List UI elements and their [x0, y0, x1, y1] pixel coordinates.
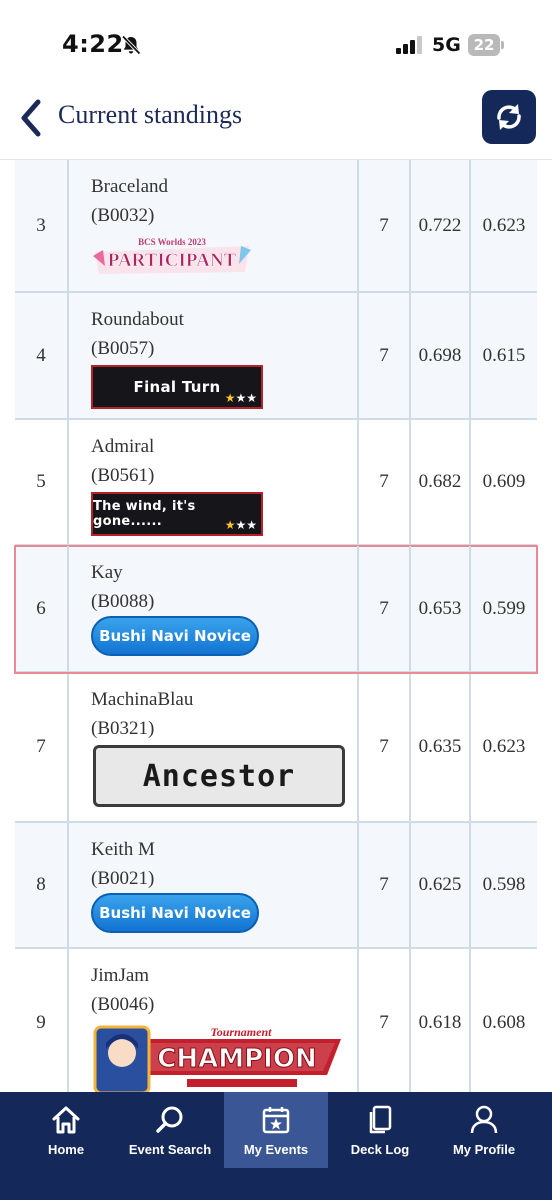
participant-badge-top: BCS Worlds 2023 [138, 237, 206, 247]
page-title: Current standings [58, 100, 243, 129]
player-name: Keith M [91, 839, 155, 860]
oomw-cell: 0.623 [469, 160, 537, 291]
ancestor-badge: Ancestor [93, 745, 345, 807]
rank-cell: 3 [36, 214, 46, 236]
nav-deck-log-label: Deck Log [350, 1142, 410, 1157]
battery-level: 22 [473, 36, 495, 54]
player-cell: Admiral (B0561) The wind, it's gone.....… [67, 420, 357, 544]
rank-cell: 7 [36, 736, 46, 757]
champion-badge: Tournament CHAMPION [91, 1017, 343, 1092]
table-row-current-user: 6 Kay (B0088) Bushi Navi Novice 7 0.653 … [14, 545, 538, 674]
rank-cell: 9 [36, 1012, 46, 1033]
user-icon [470, 1105, 498, 1134]
back-button[interactable] [16, 98, 46, 138]
wins-cell: 7 [357, 673, 409, 821]
player-id: (B0032) [91, 205, 155, 226]
signal-icon [396, 36, 422, 54]
nav-event-search-label: Event Search [128, 1142, 212, 1157]
oomw-cell: 0.615 [469, 293, 537, 418]
chevron-left-icon [21, 99, 41, 137]
status-time: 4:22 [62, 30, 124, 58]
table-row: 3 Braceland (B0032) BCS Worlds 2023 PART… [15, 160, 537, 293]
novice-badge: Bushi Navi Novice [91, 893, 259, 933]
omw-cell: 0.682 [409, 420, 469, 544]
oomw-cell: 0.623 [469, 673, 537, 821]
nav-my-profile-label: My Profile [452, 1142, 516, 1157]
wind-gone-badge: The wind, it's gone...... ★★★ [91, 492, 263, 536]
final-turn-badge: Final Turn ★★★ [91, 365, 263, 409]
player-cell: JimJam (B0046) Tournament CHAMPION [67, 949, 357, 1092]
table-row: 9 JimJam (B0046) Tournament CHAMPION 7 0… [15, 949, 537, 1092]
player-cell: Roundabout (B0057) Final Turn ★★★ [67, 293, 357, 418]
bell-off-icon [121, 35, 141, 55]
player-id: (B0021) [91, 868, 155, 889]
wins-cell: 7 [357, 293, 409, 418]
player-name: Braceland [91, 176, 169, 197]
home-icon [52, 1106, 80, 1134]
player-name: Kay [91, 562, 123, 583]
participant-badge-main: PARTICIPANT [108, 250, 237, 271]
player-cell: Braceland (B0032) BCS Worlds 2023 PARTIC… [67, 160, 357, 291]
player-id: (B0046) [91, 994, 155, 1015]
rank-cell: 5 [36, 471, 46, 492]
omw-cell: 0.698 [409, 293, 469, 418]
cards-icon [369, 1105, 392, 1134]
wins-cell: 7 [357, 546, 409, 671]
player-id: (B0321) [91, 718, 155, 739]
oomw-cell: 0.608 [469, 949, 537, 1092]
player-cell: Kay (B0088) Bushi Navi Novice [67, 546, 357, 671]
nav-home-label: Home [47, 1142, 85, 1157]
nav-event-search[interactable]: Event Search [118, 1092, 222, 1168]
standings-table: 3 Braceland (B0032) BCS Worlds 2023 PART… [0, 160, 552, 1092]
oomw-cell: 0.609 [469, 420, 537, 544]
player-id: (B0088) [91, 591, 155, 612]
player-id: (B0561) [91, 465, 155, 486]
battery-icon: 22 [468, 34, 504, 56]
wins-cell: 7 [357, 949, 409, 1092]
omw-cell: 0.722 [409, 160, 469, 291]
calendar-star-icon [262, 1107, 290, 1134]
wins-cell: 7 [357, 823, 409, 947]
player-id: (B0057) [91, 338, 155, 359]
rank-cell: 6 [36, 597, 46, 619]
nav-my-events[interactable]: My Events [224, 1092, 328, 1168]
participant-badge: BCS Worlds 2023 PARTICIPANT [91, 232, 253, 281]
player-name: Roundabout [91, 309, 184, 330]
table-row: 8 Keith M (B0021) Bushi Navi Novice 7 0.… [15, 823, 537, 949]
champion-badge-top: Tournament [211, 1025, 273, 1039]
table-row: 7 MachinaBlau (B0321) Ancestor 7 0.635 0… [15, 673, 537, 823]
wins-cell: 7 [357, 160, 409, 291]
nav-deck-log[interactable]: Deck Log [328, 1092, 432, 1168]
bottom-nav: Home Event Search My Events Deck Log My … [0, 1092, 552, 1200]
refresh-icon [497, 104, 521, 130]
app-header: Current standings [0, 80, 552, 160]
network-label: 5G [432, 34, 461, 56]
search-icon [156, 1106, 183, 1133]
champion-badge-main: CHAMPION [157, 1044, 316, 1074]
wins-cell: 7 [357, 420, 409, 544]
novice-badge: Bushi Navi Novice [91, 616, 259, 656]
player-cell: Keith M (B0021) Bushi Navi Novice [67, 823, 357, 947]
player-cell: MachinaBlau (B0321) Ancestor [67, 673, 357, 821]
nav-my-events-label: My Events [243, 1142, 309, 1157]
nav-home[interactable]: Home [14, 1092, 118, 1168]
table-row: 4 Roundabout (B0057) Final Turn ★★★ 7 0.… [15, 293, 537, 420]
player-name: MachinaBlau [91, 689, 194, 710]
rank-cell: 8 [36, 874, 46, 895]
player-name: JimJam [91, 965, 150, 986]
omw-cell: 0.653 [409, 546, 469, 671]
refresh-button[interactable] [482, 90, 536, 144]
oomw-cell: 0.598 [469, 823, 537, 947]
rank-cell: 4 [36, 344, 46, 366]
table-row: 5 Admiral (B0561) The wind, it's gone...… [15, 420, 537, 546]
omw-cell: 0.635 [409, 673, 469, 821]
omw-cell: 0.625 [409, 823, 469, 947]
status-bar: 4:22 5G 22 [0, 0, 552, 80]
omw-cell: 0.618 [409, 949, 469, 1092]
nav-my-profile[interactable]: My Profile [432, 1092, 536, 1168]
oomw-cell: 0.599 [469, 546, 537, 671]
player-name: Admiral [91, 436, 155, 457]
